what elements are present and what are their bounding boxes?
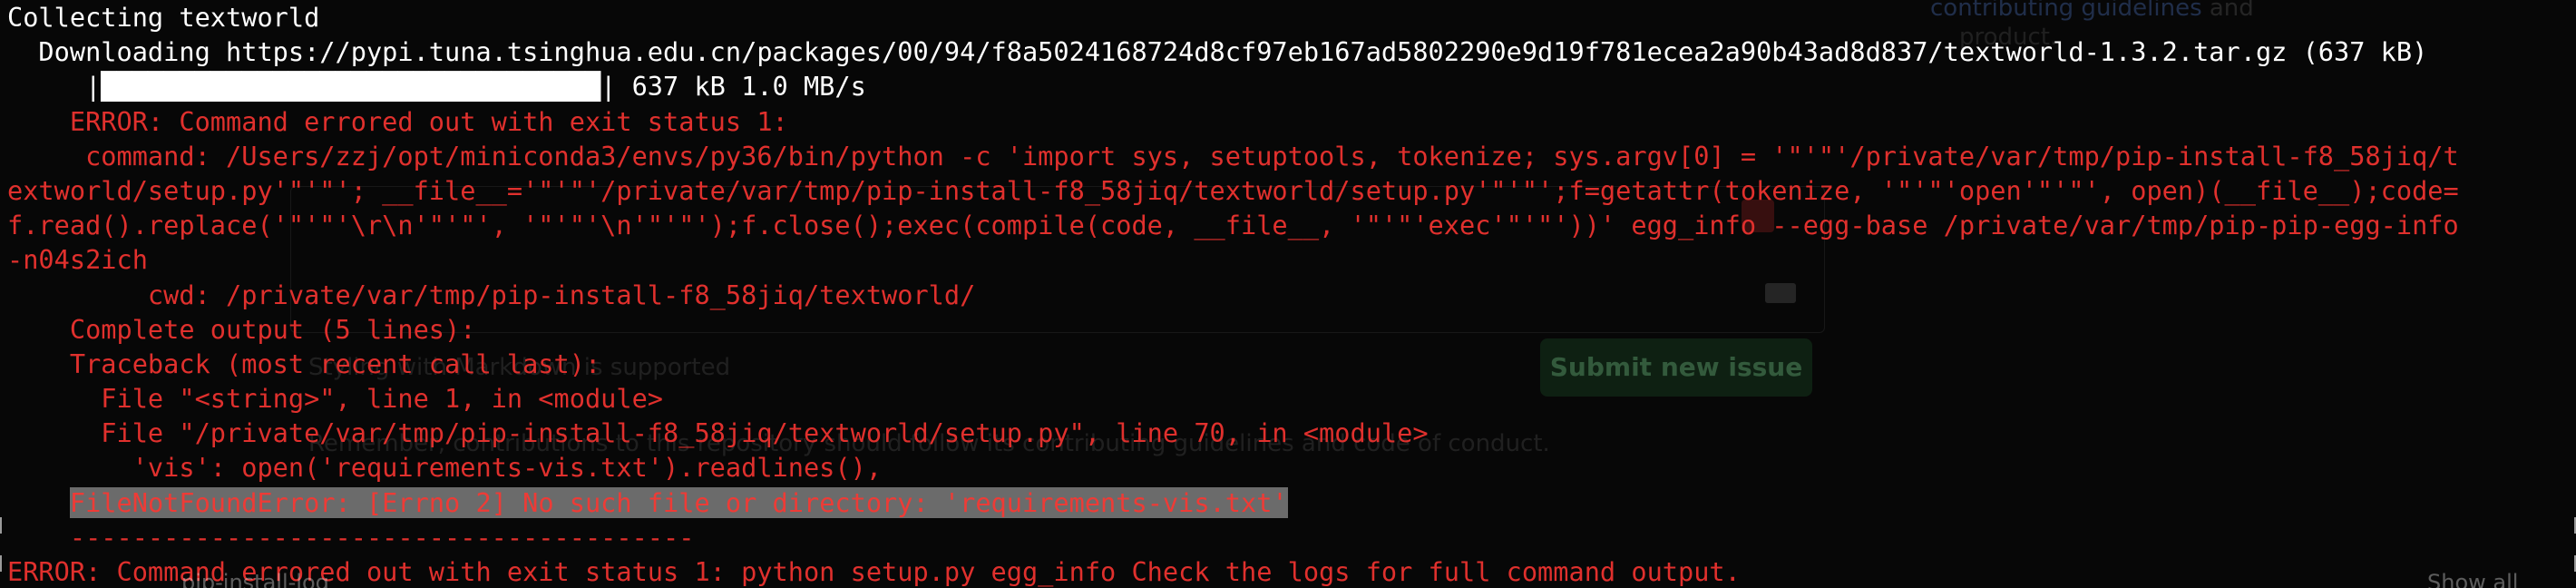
terminal-line: Complete output (5 lines):	[7, 313, 476, 345]
ghost-show-all-link: Show all	[2427, 570, 2519, 588]
terminal-line: Traceback (most recent call last):	[7, 348, 601, 379]
terminal-line: command: /Users/zzj/opt/miniconda3/envs/…	[7, 140, 2459, 172]
terminal-line: Collecting textworld	[7, 2, 320, 33]
terminal-line: 'vis': open('requirements-vis.txt').read…	[7, 452, 883, 484]
window-edge-right	[2569, 517, 2576, 534]
terminal-line: File "/private/var/tmp/pip-install-f8_58…	[7, 417, 1429, 449]
progress-bar-line: |████████████████████████████████| 637 k…	[7, 71, 866, 103]
terminal-line: -n04s2ich	[7, 244, 148, 276]
terminal-line: ERROR: Command errored out with exit sta…	[7, 105, 788, 137]
terminal-line: cwd: /private/var/tmp/pip-install-f8_58j…	[7, 279, 976, 310]
selected-error-text[interactable]: FileNotFoundError: [Errno 2] No such fil…	[69, 486, 1288, 518]
terminal-line: ERROR: Command errored out with exit sta…	[7, 556, 1741, 587]
terminal-window[interactable]: contributing guidelines and product. Sty…	[0, 0, 2576, 588]
terminal-output: Collecting textworld Downloading https:/…	[7, 0, 2576, 588]
window-edge-left	[0, 555, 7, 572]
terminal-line: f.read().replace('"'"'\r\n'"'"', '"'"'\n…	[7, 210, 2459, 241]
terminal-line: File "<string>", line 1, in <module>	[7, 383, 664, 415]
terminal-line-selected[interactable]: FileNotFoundError: [Errno 2] No such fil…	[7, 485, 2576, 520]
error-indent	[7, 487, 70, 518]
ghost-download-file: pip-install-log	[181, 570, 329, 588]
window-edge-left	[0, 517, 7, 534]
terminal-separator: ----------------------------------------	[7, 521, 695, 553]
window-edge-right	[2569, 555, 2576, 572]
terminal-line: Downloading https://pypi.tuna.tsinghua.e…	[7, 36, 2428, 68]
terminal-line: extworld/setup.py'"'"'; __file__='"'"'/p…	[7, 174, 2459, 206]
